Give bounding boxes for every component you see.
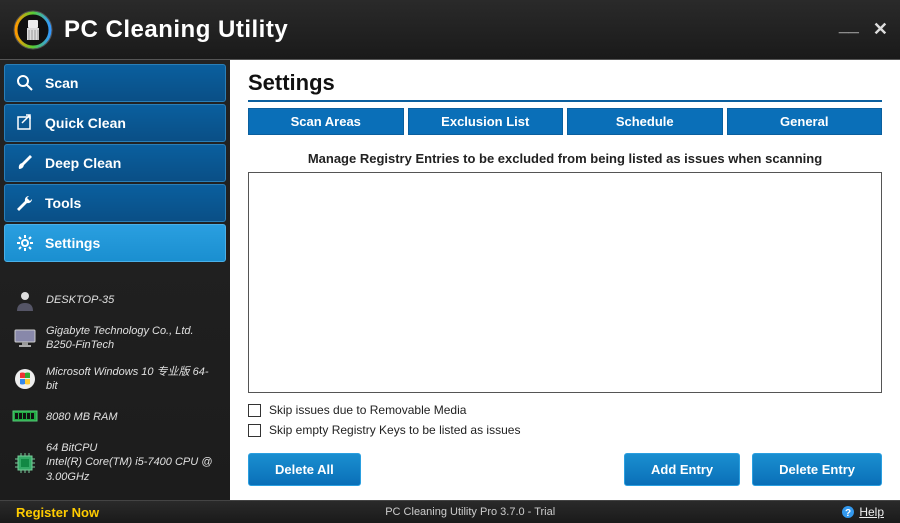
- content-area: Settings Scan Areas Exclusion List Sched…: [230, 60, 900, 500]
- checkbox-label: Skip issues due to Removable Media: [269, 403, 466, 417]
- nav-label: Quick Clean: [45, 115, 126, 131]
- nav-quick-clean[interactable]: Quick Clean: [4, 104, 226, 142]
- checkbox-icon: [248, 404, 261, 417]
- help-label: Help: [859, 505, 884, 519]
- register-link[interactable]: Register Now: [16, 505, 99, 520]
- sidebar: Scan Quick Clean Deep Clean Tools Settin…: [0, 60, 230, 500]
- page-title: Settings: [248, 70, 882, 96]
- monitor-icon: [12, 326, 38, 350]
- app-title: PC Cleaning Utility: [64, 16, 288, 44]
- tab-general[interactable]: General: [727, 108, 883, 135]
- system-info-panel: DESKTOP-35 Gigabyte Technology Co., Ltd.…: [4, 276, 226, 496]
- cpu-info: 64 BitCPU Intel(R) Core(TM) i5-7400 CPU …: [46, 441, 218, 484]
- add-entry-button[interactable]: Add Entry: [624, 453, 740, 486]
- checkbox-skip-empty-keys[interactable]: Skip empty Registry Keys to be listed as…: [248, 423, 882, 437]
- nav-deep-clean[interactable]: Deep Clean: [4, 144, 226, 182]
- nav-scan[interactable]: Scan: [4, 64, 226, 102]
- footer: Register Now PC Cleaning Utility Pro 3.7…: [0, 500, 900, 523]
- motherboard-info: Gigabyte Technology Co., Ltd. B250-FinTe…: [46, 324, 218, 353]
- nav-settings[interactable]: Settings: [4, 224, 226, 262]
- help-link[interactable]: ? Help: [841, 505, 884, 519]
- nav-label: Tools: [45, 195, 81, 211]
- app-logo-icon: [12, 9, 54, 51]
- ram-info: 8080 MB RAM: [46, 410, 118, 424]
- share-icon: [15, 113, 35, 133]
- checkbox-skip-removable[interactable]: Skip issues due to Removable Media: [248, 403, 882, 417]
- divider: [248, 100, 882, 102]
- nav-label: Deep Clean: [45, 155, 121, 171]
- cpu-icon: [12, 451, 38, 475]
- tab-exclusion-list[interactable]: Exclusion List: [408, 108, 564, 135]
- delete-all-button[interactable]: Delete All: [248, 453, 361, 486]
- settings-tabs: Scan Areas Exclusion List Schedule Gener…: [248, 108, 882, 135]
- nav-label: Settings: [45, 235, 100, 251]
- tab-scan-areas[interactable]: Scan Areas: [248, 108, 404, 135]
- nav-tools[interactable]: Tools: [4, 184, 226, 222]
- titlebar: PC Cleaning Utility __ ✕: [0, 0, 900, 60]
- svg-text:?: ?: [845, 508, 851, 519]
- search-icon: [15, 73, 35, 93]
- user-icon: [12, 288, 38, 312]
- windows-icon: [12, 367, 38, 391]
- nav-label: Scan: [45, 75, 78, 91]
- close-button[interactable]: ✕: [873, 19, 888, 40]
- version-text: PC Cleaning Utility Pro 3.7.0 - Trial: [99, 506, 841, 518]
- delete-entry-button[interactable]: Delete Entry: [752, 453, 882, 486]
- help-icon: ?: [841, 505, 855, 519]
- tab-schedule[interactable]: Schedule: [567, 108, 723, 135]
- checkbox-label: Skip empty Registry Keys to be listed as…: [269, 423, 520, 437]
- ram-icon: [12, 405, 38, 429]
- os-info: Microsoft Windows 10 专业版 64-bit: [46, 365, 218, 394]
- computer-name: DESKTOP-35: [46, 293, 114, 307]
- brush-icon: [15, 153, 35, 173]
- tab-description: Manage Registry Entries to be excluded f…: [248, 151, 882, 166]
- wrench-icon: [15, 193, 35, 213]
- gear-icon: [15, 233, 35, 253]
- checkbox-icon: [248, 424, 261, 437]
- minimize-button[interactable]: __: [839, 15, 859, 36]
- exclusion-list-box[interactable]: [248, 172, 882, 393]
